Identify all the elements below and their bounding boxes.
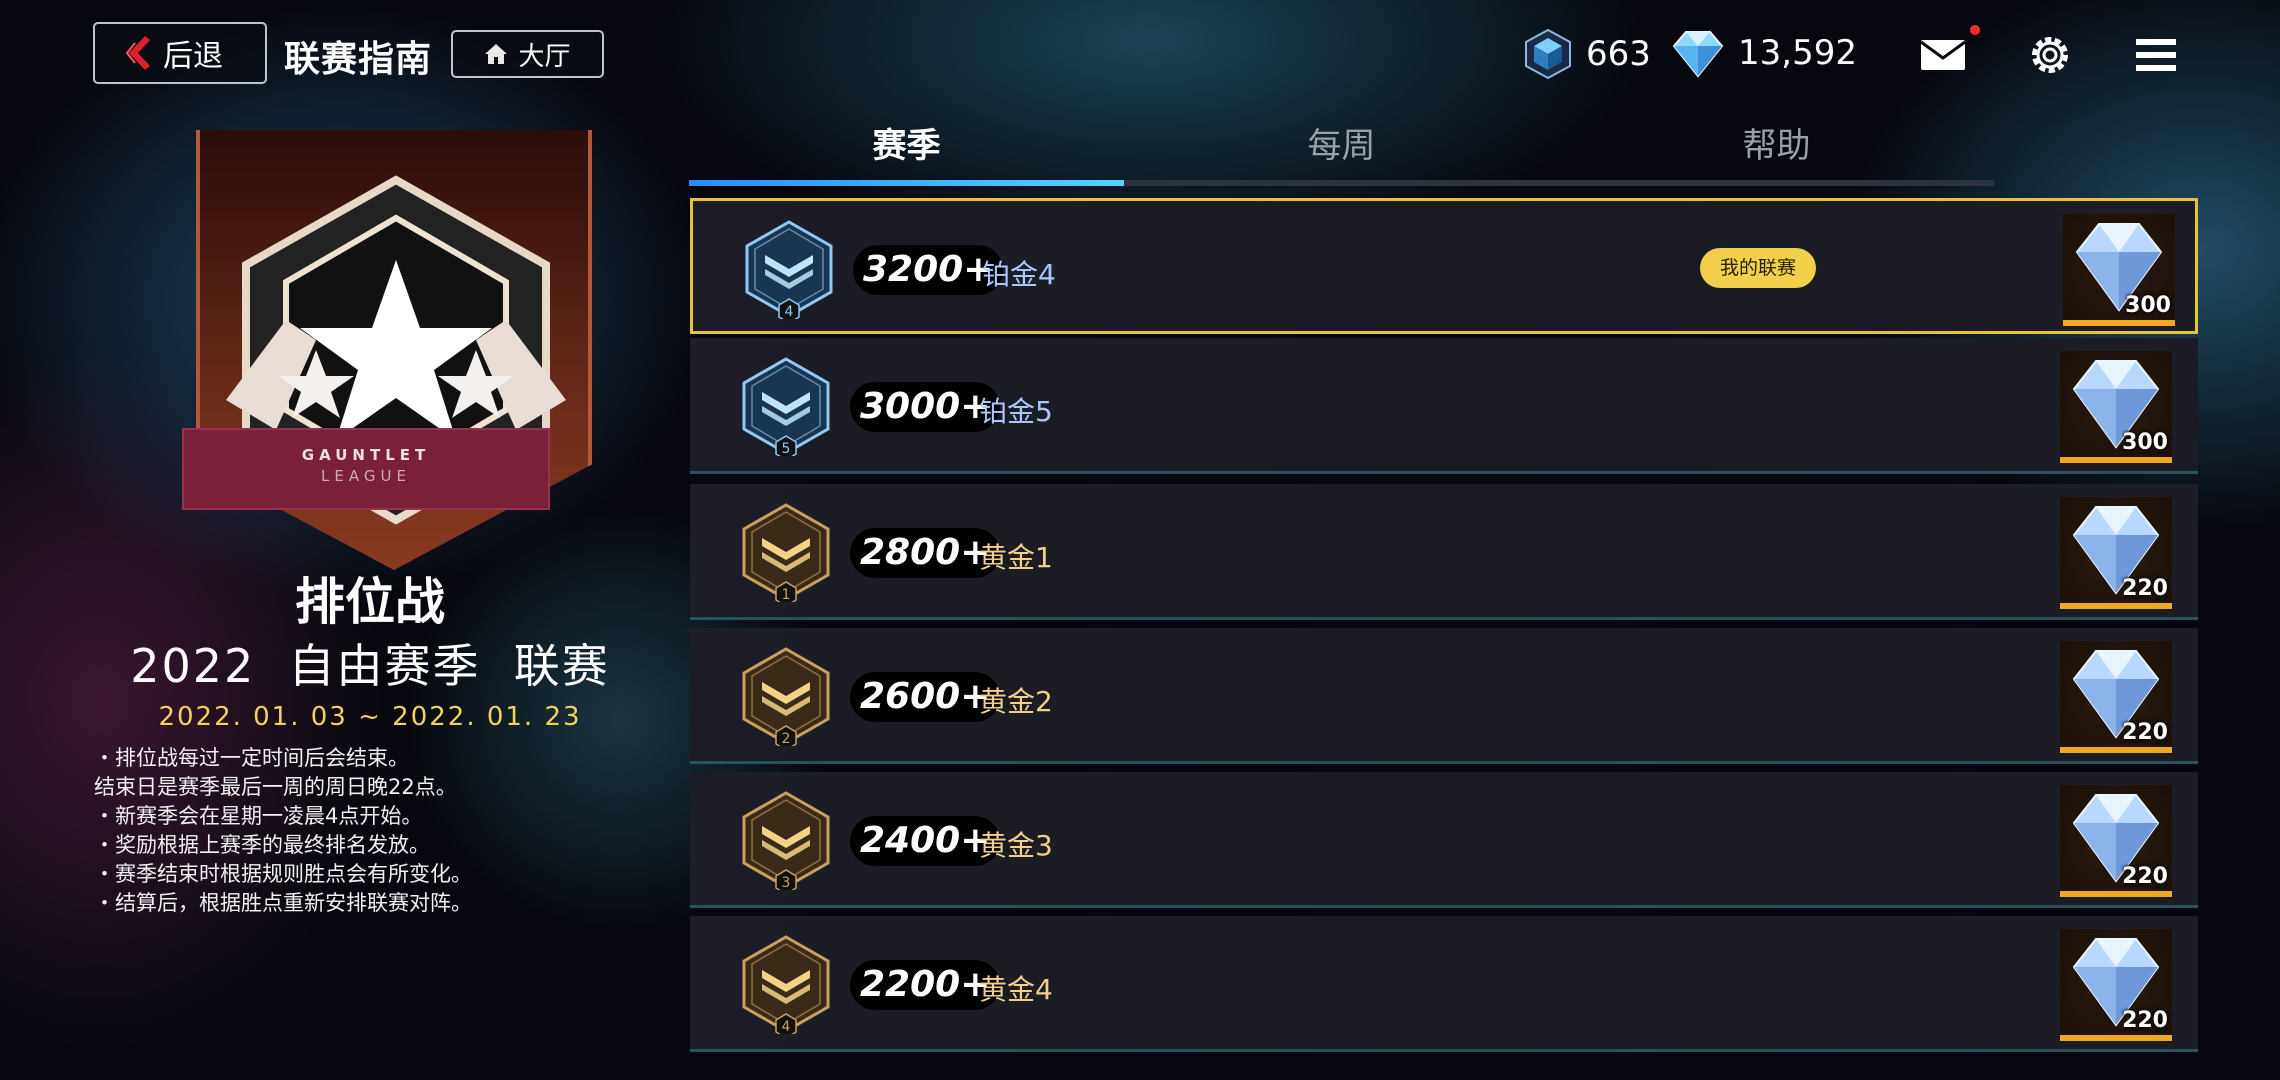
tier-score: 2800+ bbox=[850, 528, 1001, 578]
gold-rank-icon: 4 bbox=[742, 935, 830, 1034]
tier-row[interactable]: 3 2400+ 黄金3 220 bbox=[690, 772, 2198, 908]
tier-name: 铂金4 bbox=[982, 258, 1056, 291]
gold-rank-icon: 2 bbox=[742, 647, 830, 746]
tier-name: 黄金4 bbox=[979, 973, 1053, 1006]
note-line: ・新赛季会在星期一凌晨4点开始。 bbox=[94, 804, 423, 828]
tier-name: 黄金1 bbox=[979, 541, 1053, 574]
tab-help[interactable]: 帮助 bbox=[1559, 118, 1994, 167]
reward-quantity: 300 bbox=[2122, 430, 2168, 455]
tier-score: 3200+ bbox=[853, 245, 1004, 295]
tier-name: 黄金3 bbox=[979, 829, 1053, 862]
tier-score: 2400+ bbox=[850, 816, 1001, 866]
tier-row[interactable]: 5 3000+ 铂金5 300 bbox=[690, 338, 2198, 474]
lobby-button[interactable]: 大厅 bbox=[451, 30, 604, 78]
my-league-badge: 我的联赛 bbox=[1700, 248, 1816, 288]
gold-rank-icon: 3 bbox=[742, 791, 830, 890]
crystal-amount: 13,592 bbox=[1738, 33, 1857, 73]
gear-icon[interactable] bbox=[2025, 30, 2075, 80]
reward-quantity: 220 bbox=[2122, 576, 2168, 601]
reward-slot[interactable]: 220 bbox=[2060, 641, 2172, 753]
crystal-currency: 13,592 bbox=[1672, 28, 1857, 78]
note-line: ・赛季结束时根据规则胜点会有所变化。 bbox=[94, 862, 472, 886]
menu-icon[interactable] bbox=[2131, 30, 2181, 80]
note-line: 结束日是赛季最后一周的周日晚22点。 bbox=[94, 775, 457, 799]
cube-currency: 663 bbox=[1524, 28, 1651, 80]
platinum-rank-icon: 5 bbox=[742, 357, 830, 456]
mail-notification-dot bbox=[1970, 25, 1980, 35]
lobby-label: 大厅 bbox=[518, 41, 571, 72]
page-title: 联赛指南 bbox=[284, 39, 433, 80]
cube-currency-icon bbox=[1525, 28, 1571, 80]
tab-weekly[interactable]: 每周 bbox=[1124, 118, 1559, 167]
reward-slot[interactable]: 220 bbox=[2060, 929, 2172, 1041]
tier-row[interactable]: 2 2600+ 黄金2 220 bbox=[690, 628, 2198, 764]
note-line: ・排位战每过一定时间后会结束。 bbox=[94, 746, 409, 770]
note-line: ・奖励根据上赛季的最终排名发放。 bbox=[94, 833, 430, 857]
season-dates: 2022. 01. 03 ~ 2022. 01. 23 bbox=[158, 702, 582, 732]
back-chevron-icon bbox=[125, 36, 150, 70]
tab-active-indicator bbox=[689, 180, 1124, 186]
gauntlet-league-plate: GAUNTLET LEAGUE bbox=[182, 428, 550, 510]
tier-score: 3000+ bbox=[850, 382, 1001, 432]
mode-title: 排位战 bbox=[295, 573, 445, 631]
emblem-line1: GAUNTLET bbox=[301, 446, 431, 464]
crystal-currency-icon bbox=[1672, 31, 1724, 78]
tab-season[interactable]: 赛季 bbox=[689, 118, 1124, 167]
svg-text:5: 5 bbox=[782, 441, 791, 456]
reward-slot[interactable]: 220 bbox=[2060, 785, 2172, 897]
tab-bar: 赛季 每周 帮助 bbox=[689, 106, 1994, 188]
tier-name: 黄金2 bbox=[979, 685, 1053, 718]
reward-slot[interactable]: 300 bbox=[2060, 351, 2172, 463]
reward-quantity: 220 bbox=[2122, 720, 2168, 745]
tier-row[interactable]: 4 2200+ 黄金4 220 bbox=[690, 916, 2198, 1052]
emblem-line2: LEAGUE bbox=[321, 467, 411, 485]
season-title: 2022 自由赛季 联赛 bbox=[130, 639, 610, 693]
tier-score: 2200+ bbox=[850, 960, 1001, 1010]
reward-quantity: 300 bbox=[2125, 293, 2171, 318]
reward-quantity: 220 bbox=[2122, 1008, 2168, 1033]
gold-rank-icon: 1 bbox=[742, 503, 830, 602]
cube-amount: 663 bbox=[1586, 34, 1651, 74]
platinum-rank-icon: 4 bbox=[745, 220, 833, 319]
reward-slot[interactable]: 300 bbox=[2063, 214, 2175, 326]
mail-icon[interactable] bbox=[1918, 30, 1968, 80]
reward-quantity: 220 bbox=[2122, 864, 2168, 889]
tier-row[interactable]: 4 3200+ 铂金4 300 我的联赛 bbox=[690, 198, 2198, 334]
svg-text:4: 4 bbox=[785, 304, 794, 319]
home-icon bbox=[485, 44, 508, 64]
tier-row[interactable]: 1 2800+ 黄金1 220 bbox=[690, 484, 2198, 620]
reward-slot[interactable]: 220 bbox=[2060, 497, 2172, 609]
svg-text:1: 1 bbox=[782, 587, 791, 602]
back-button[interactable]: 后退 bbox=[93, 22, 267, 84]
svg-text:3: 3 bbox=[782, 875, 791, 890]
back-label: 后退 bbox=[163, 39, 223, 74]
season-notes: ・排位战每过一定时间后会结束。 结束日是赛季最后一周的周日晚22点。 ・新赛季会… bbox=[94, 744, 654, 918]
svg-text:2: 2 bbox=[782, 731, 791, 746]
tier-score: 2600+ bbox=[850, 672, 1001, 722]
tier-name: 铂金5 bbox=[979, 395, 1053, 428]
svg-text:4: 4 bbox=[782, 1019, 791, 1034]
note-line: ・结算后，根据胜点重新安排联赛对阵。 bbox=[94, 891, 472, 915]
